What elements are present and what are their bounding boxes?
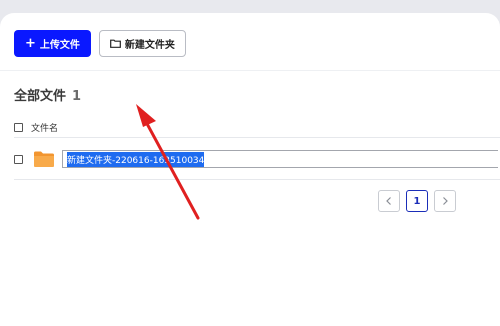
upload-file-label: 上传文件 (39, 40, 80, 51)
table-header: 文件名 (14, 121, 58, 134)
toolbar: + 上传文件 新建文件夹 (14, 30, 186, 57)
select-all-checkbox[interactable] (14, 123, 23, 132)
table-row[interactable]: 新建文件夹-220616-163510034 (14, 147, 500, 171)
row-divider (14, 179, 500, 180)
file-count: 1 (72, 89, 82, 104)
page-title-row: 全部文件 1 (14, 85, 81, 104)
chevron-right-icon (443, 197, 448, 205)
prev-page-button[interactable] (378, 190, 400, 212)
rename-input-selected-text: 新建文件夹-220616-163510034 (67, 151, 205, 167)
new-folder-label: 新建文件夹 (124, 40, 175, 51)
page-number-button[interactable]: 1 (406, 190, 428, 212)
file-manager-panel: + 上传文件 新建文件夹 全部文件 1 文件名 新建文件夹-220616-163… (0, 13, 500, 326)
column-header-filename: 文件名 (31, 124, 59, 134)
page-title: 全部文件 (14, 89, 67, 104)
folder-icon (34, 151, 54, 167)
plus-icon: + (25, 36, 36, 51)
new-folder-button[interactable]: 新建文件夹 (98, 30, 186, 57)
folder-outline-icon (110, 39, 121, 48)
chevron-left-icon (386, 197, 391, 205)
rename-input[interactable]: 新建文件夹-220616-163510034 (62, 150, 498, 168)
row-checkbox[interactable] (14, 154, 23, 164)
toolbar-divider (0, 70, 500, 71)
header-divider (14, 137, 500, 138)
pagination: 1 (378, 190, 456, 212)
next-page-button[interactable] (434, 190, 456, 212)
upload-file-button[interactable]: + 上传文件 (14, 30, 91, 57)
